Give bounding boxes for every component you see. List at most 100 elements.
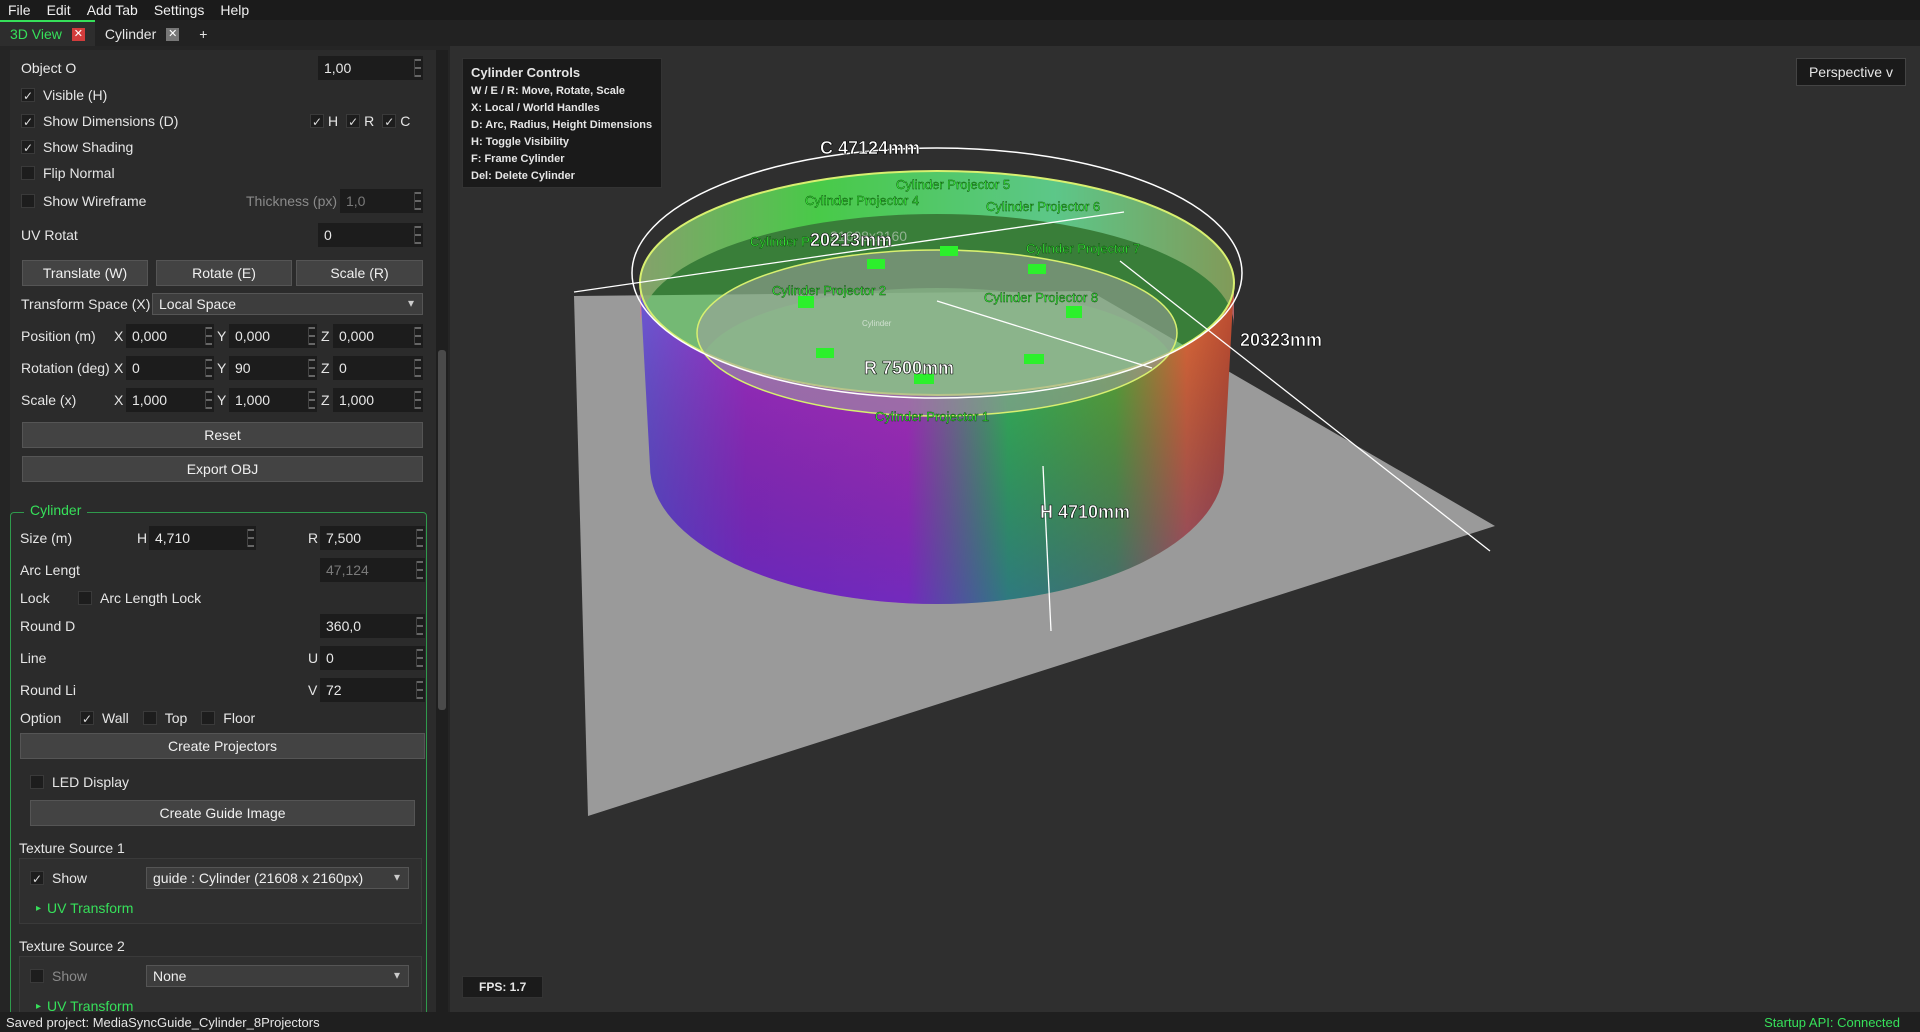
uv-rotation-spinbox[interactable]: 0 (318, 223, 423, 247)
menu-add-tab[interactable]: Add Tab (79, 2, 146, 18)
menu-settings[interactable]: Settings (146, 2, 213, 18)
add-tab-button[interactable]: + (189, 22, 217, 46)
show-wireframe-checkbox[interactable] (21, 194, 35, 208)
projector-label-8: Cylinder Projector 8 (984, 290, 1098, 305)
tab-bar: 3D View ✕ Cylinder ✕ + (0, 20, 1920, 46)
panel-scrollbar[interactable] (436, 50, 448, 1012)
axis-y-label: Y (217, 328, 227, 344)
tab-cylinder-label: Cylinder (104, 26, 157, 42)
position-z-spinbox[interactable]: 0,000 (333, 324, 423, 348)
uv-transform-toggle[interactable]: UV Transform (47, 900, 133, 916)
transform-space-select[interactable]: Local Space (152, 293, 423, 315)
opacity-spinbox[interactable]: 1,00 (318, 56, 423, 80)
projector-label-7: Cylinder Projector 7 (1026, 241, 1140, 256)
texture-1-show-checkbox[interactable]: ✓ (30, 871, 44, 886)
menu-bar: File Edit Add Tab Settings Help (0, 0, 1920, 20)
rotation-label: Rotation (deg) (21, 360, 110, 376)
circumference-label: C 47124mm (820, 138, 920, 158)
top-checkbox[interactable] (142, 711, 157, 725)
reset-button[interactable]: Reset (22, 422, 423, 448)
round-line-v-spinbox[interactable]: 72 (320, 678, 425, 702)
close-icon[interactable]: ✕ (71, 27, 85, 41)
line-u-spinbox[interactable]: 0 (320, 646, 425, 670)
texture-2-show-checkbox[interactable] (30, 969, 44, 983)
axis-x-label: X (114, 392, 124, 408)
projector-marker[interactable] (816, 348, 834, 358)
rotation-x-spinbox[interactable]: 0 (126, 356, 214, 380)
v-label: V (308, 682, 318, 698)
uv-rotation-label: UV Rotat (21, 227, 78, 243)
projector-marker[interactable] (1024, 354, 1044, 364)
scale-z-spinbox[interactable]: 1,000 (333, 388, 423, 412)
dim-h-checkbox[interactable]: ✓ (310, 114, 324, 129)
height-label: H (137, 530, 148, 546)
expand-arrow-icon[interactable]: ▸ (36, 903, 41, 914)
arc-length-lock-checkbox[interactable] (78, 591, 92, 605)
u-label: U (308, 650, 319, 666)
cylinder-controls-overlay: Cylinder Controls W / E / R: Move, Rotat… (462, 58, 662, 188)
scrollbar-thumb[interactable] (438, 350, 446, 710)
visible-checkbox[interactable]: ✓ (21, 88, 35, 103)
overlay-line: D: Arc, Radius, Height Dimensions (471, 119, 653, 131)
tab-cylinder[interactable]: Cylinder ✕ (95, 22, 189, 46)
position-x-spinbox[interactable]: 0,000 (126, 324, 214, 348)
led-display-label: LED Display (52, 774, 130, 790)
dim-h-label: H (328, 113, 339, 129)
menu-help[interactable]: Help (212, 2, 257, 18)
projector-marker[interactable] (940, 246, 958, 256)
show-dimensions-label: Show Dimensions (D) (43, 113, 179, 129)
scale-button[interactable]: Scale (R) (296, 260, 423, 286)
scene-canvas[interactable]: 21608x2160 Cylinder Cylinder Projector 1… (450, 46, 1920, 1012)
api-status: Startup API: Connected (1764, 1014, 1900, 1030)
flip-normal-checkbox[interactable] (21, 166, 35, 180)
rotate-button[interactable]: Rotate (E) (156, 260, 292, 286)
close-icon[interactable]: ✕ (166, 27, 180, 41)
dim-r-checkbox[interactable]: ✓ (346, 114, 361, 129)
projector-label-6: Cylinder Projector 6 (986, 199, 1100, 214)
axis-z-label: Z (321, 360, 330, 376)
projector-label-2: Cylinder Projector 2 (772, 283, 886, 298)
scale-label: Scale (x) (21, 392, 77, 408)
projector-label-1: Cylinder Projector 1 (875, 409, 989, 424)
flip-normal-label: Flip Normal (43, 165, 115, 181)
uv-transform-2-toggle[interactable]: UV Transform (47, 998, 133, 1012)
expand-arrow-icon[interactable]: ▸ (36, 1001, 41, 1012)
texture-source-1-label: Texture Source 1 (19, 840, 125, 856)
arc-length-spinbox[interactable]: 47,124 (320, 558, 425, 582)
scale-y-spinbox[interactable]: 1,000 (229, 388, 317, 412)
overlay-line: H: Toggle Visibility (471, 136, 569, 148)
translate-button[interactable]: Translate (W) (22, 260, 148, 286)
diameter-label: 20213mm (810, 230, 892, 250)
projector-marker[interactable] (867, 259, 885, 269)
rotation-y-spinbox[interactable]: 90 (229, 356, 317, 380)
texture-1-select[interactable]: guide : Cylinder (21608 x 2160px) (146, 867, 409, 889)
floor-checkbox[interactable] (201, 711, 216, 725)
led-display-checkbox[interactable] (30, 775, 44, 789)
thickness-spinbox[interactable]: 1,0 (340, 189, 423, 213)
perspective-dropdown[interactable]: Perspective v (1795, 58, 1906, 86)
tab-3d-view[interactable]: 3D View ✕ (0, 20, 95, 46)
rotation-z-spinbox[interactable]: 0 (333, 356, 423, 380)
show-dimensions-checkbox[interactable]: ✓ (21, 114, 35, 129)
menu-edit[interactable]: Edit (39, 2, 79, 18)
dim-c-checkbox[interactable]: ✓ (382, 114, 397, 129)
scale-x-spinbox[interactable]: 1,000 (126, 388, 214, 412)
wall-checkbox[interactable]: ✓ (80, 711, 94, 726)
round-degree-label: Round D (20, 618, 76, 634)
top-label: Top (164, 710, 188, 726)
projector-marker[interactable] (1066, 306, 1082, 318)
export-obj-button[interactable]: Export OBJ (22, 456, 423, 482)
round-degree-spinbox[interactable]: 360,0 (320, 614, 425, 638)
show-shading-checkbox[interactable]: ✓ (21, 140, 35, 155)
radius-spinbox[interactable]: 7,500 (320, 526, 425, 550)
position-y-spinbox[interactable]: 0,000 (229, 324, 317, 348)
projector-marker[interactable] (1028, 264, 1046, 274)
viewport-3d[interactable]: 21608x2160 Cylinder Cylinder Projector 1… (450, 46, 1920, 1012)
create-projectors-button[interactable]: Create Projectors (20, 733, 425, 759)
fps-counter: FPS: 1.7 (462, 976, 544, 998)
texture-2-select[interactable]: None (146, 965, 409, 987)
height-spinbox[interactable]: 4,710 (149, 526, 256, 550)
wall-label: Wall (102, 710, 129, 726)
create-guide-image-button[interactable]: Create Guide Image (30, 800, 415, 826)
menu-file[interactable]: File (0, 2, 39, 18)
